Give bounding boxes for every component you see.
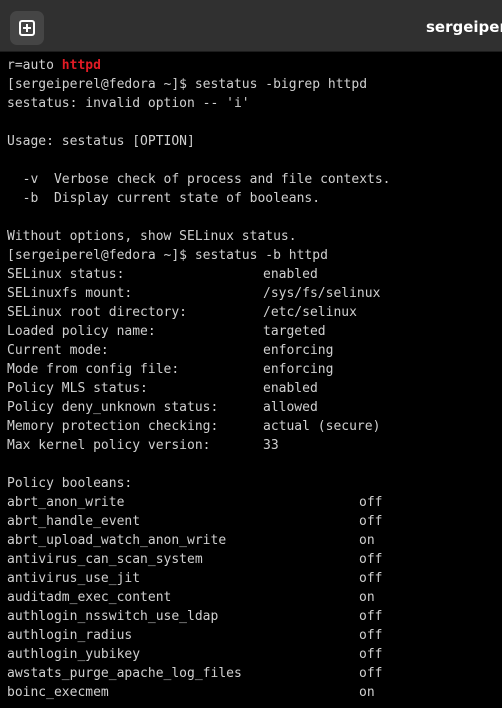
status-row: SELinux status: enabled: [7, 265, 502, 284]
boolean-state: off: [359, 628, 383, 643]
header-bar: sergeiperel@fedora:~: [0, 0, 502, 52]
status-row: SELinux root directory: /etc/selinux: [7, 303, 502, 322]
boolean-name: auditadm_exec_content: [7, 590, 172, 605]
boolean-state: off: [359, 552, 383, 567]
status-key: SELinux root directory:: [7, 305, 188, 320]
status-row: Policy deny_unknown status: allowed: [7, 398, 502, 417]
option-b-line: -b Display current state of booleans.: [7, 191, 321, 206]
boolean-row: antivirus_can_scan_system off: [7, 550, 502, 569]
status-value: /etc/selinux: [263, 305, 357, 320]
booleans-header: Policy booleans:: [7, 476, 133, 491]
boolean-name: authlogin_yubikey: [7, 647, 141, 662]
status-value: targeted: [263, 324, 326, 339]
new-tab-button[interactable]: [10, 11, 44, 45]
status-value: enabled: [263, 267, 318, 282]
terminal-window: sergeiperel@fedora:~ r=auto httpd [serge…: [0, 0, 502, 708]
boolean-name: antivirus_can_scan_system: [7, 552, 203, 567]
status-row: Memory protection checking: actual (secur…: [7, 417, 502, 436]
boolean-name: antivirus_use_jit: [7, 571, 141, 586]
boolean-state: off: [359, 495, 383, 510]
command-line: [sergeiperel@fedora ~]$ sestatus -bigrep…: [7, 77, 368, 92]
status-key: SELinux status:: [7, 267, 125, 282]
boolean-state: on: [359, 590, 375, 605]
status-row: Policy MLS status: enabled: [7, 379, 502, 398]
boolean-state: off: [359, 666, 383, 681]
boolean-name: authlogin_radius: [7, 628, 133, 643]
terminal-output[interactable]: r=auto httpd [sergeiperel@fedora ~]$ ses…: [7, 56, 502, 708]
boolean-row: abrt_upload_watch_anon_write on: [7, 531, 502, 550]
boolean-row: authlogin_yubikey off: [7, 645, 502, 664]
boolean-row: authlogin_nsswitch_use_ldap off: [7, 607, 502, 626]
boolean-row: antivirus_use_jit off: [7, 569, 502, 588]
status-row: Current mode: enforcing: [7, 341, 502, 360]
boolean-state: off: [359, 571, 383, 586]
terminal-line: r=auto httpd: [7, 56, 502, 75]
status-value: allowed: [263, 400, 318, 415]
boolean-name: awstats_purge_apache_log_files: [7, 666, 242, 681]
boolean-row: authlogin_radius off: [7, 626, 502, 645]
boolean-row: awstats_purge_apache_log_files off: [7, 664, 502, 683]
status-row: Mode from config file: enforcing: [7, 360, 502, 379]
status-row: Max kernel policy version: 33: [7, 436, 502, 455]
grep-match-highlight: httpd: [61, 58, 101, 73]
error-line: sestatus: invalid option -- 'i': [7, 96, 250, 111]
status-key: Max kernel policy version:: [7, 438, 211, 453]
command-line: [sergeiperel@fedora ~]$ sestatus -b http…: [7, 248, 328, 263]
status-list: SELinux status: enabled SELinuxfs mount: /s…: [7, 265, 502, 455]
boolean-name: abrt_anon_write: [7, 495, 125, 510]
new-tab-icon: [19, 20, 35, 36]
boolean-state: off: [359, 647, 383, 662]
status-value: enforcing: [263, 362, 334, 377]
boolean-row: boinc_execmem on: [7, 683, 502, 702]
boolean-row: abrt_anon_write off: [7, 493, 502, 512]
status-key: Mode from config file:: [7, 362, 180, 377]
status-key: Memory protection checking:: [7, 419, 219, 434]
boolean-name: boinc_execmem: [7, 685, 109, 700]
boolean-name: abrt_upload_watch_anon_write: [7, 533, 227, 548]
boolean-row: abrt_handle_event off: [7, 512, 502, 531]
boolean-state: off: [359, 514, 383, 529]
booleans-list: abrt_anon_write off abrt_handle_event off ab…: [7, 493, 502, 702]
window-title: sergeiperel@fedora:~: [426, 18, 502, 36]
status-key: SELinuxfs mount:: [7, 286, 133, 301]
usage-line: Usage: sestatus [OPTION]: [7, 134, 195, 149]
status-key: Loaded policy name:: [7, 324, 156, 339]
boolean-state: off: [359, 609, 383, 624]
boolean-name: authlogin_nsswitch_use_ldap: [7, 609, 219, 624]
status-key: Policy deny_unknown status:: [7, 400, 219, 415]
boolean-state: on: [359, 533, 375, 548]
status-value: /sys/fs/selinux: [263, 286, 381, 301]
status-value: enabled: [263, 381, 318, 396]
status-row: Loaded policy name: targeted: [7, 322, 502, 341]
option-v-line: -v Verbose check of process and file con…: [7, 172, 391, 187]
boolean-row: auditadm_exec_content on: [7, 588, 502, 607]
status-value: enforcing: [263, 343, 334, 358]
status-key: Current mode:: [7, 343, 109, 358]
line-text: r=auto: [7, 58, 62, 73]
status-row: SELinuxfs mount: /sys/fs/selinux: [7, 284, 502, 303]
status-value: 33: [263, 438, 279, 453]
status-value: actual (secure): [263, 419, 381, 434]
status-key: Policy MLS status:: [7, 381, 148, 396]
boolean-state: on: [359, 685, 375, 700]
boolean-name: abrt_handle_event: [7, 514, 141, 529]
info-line: Without options, show SELinux status.: [7, 229, 297, 244]
